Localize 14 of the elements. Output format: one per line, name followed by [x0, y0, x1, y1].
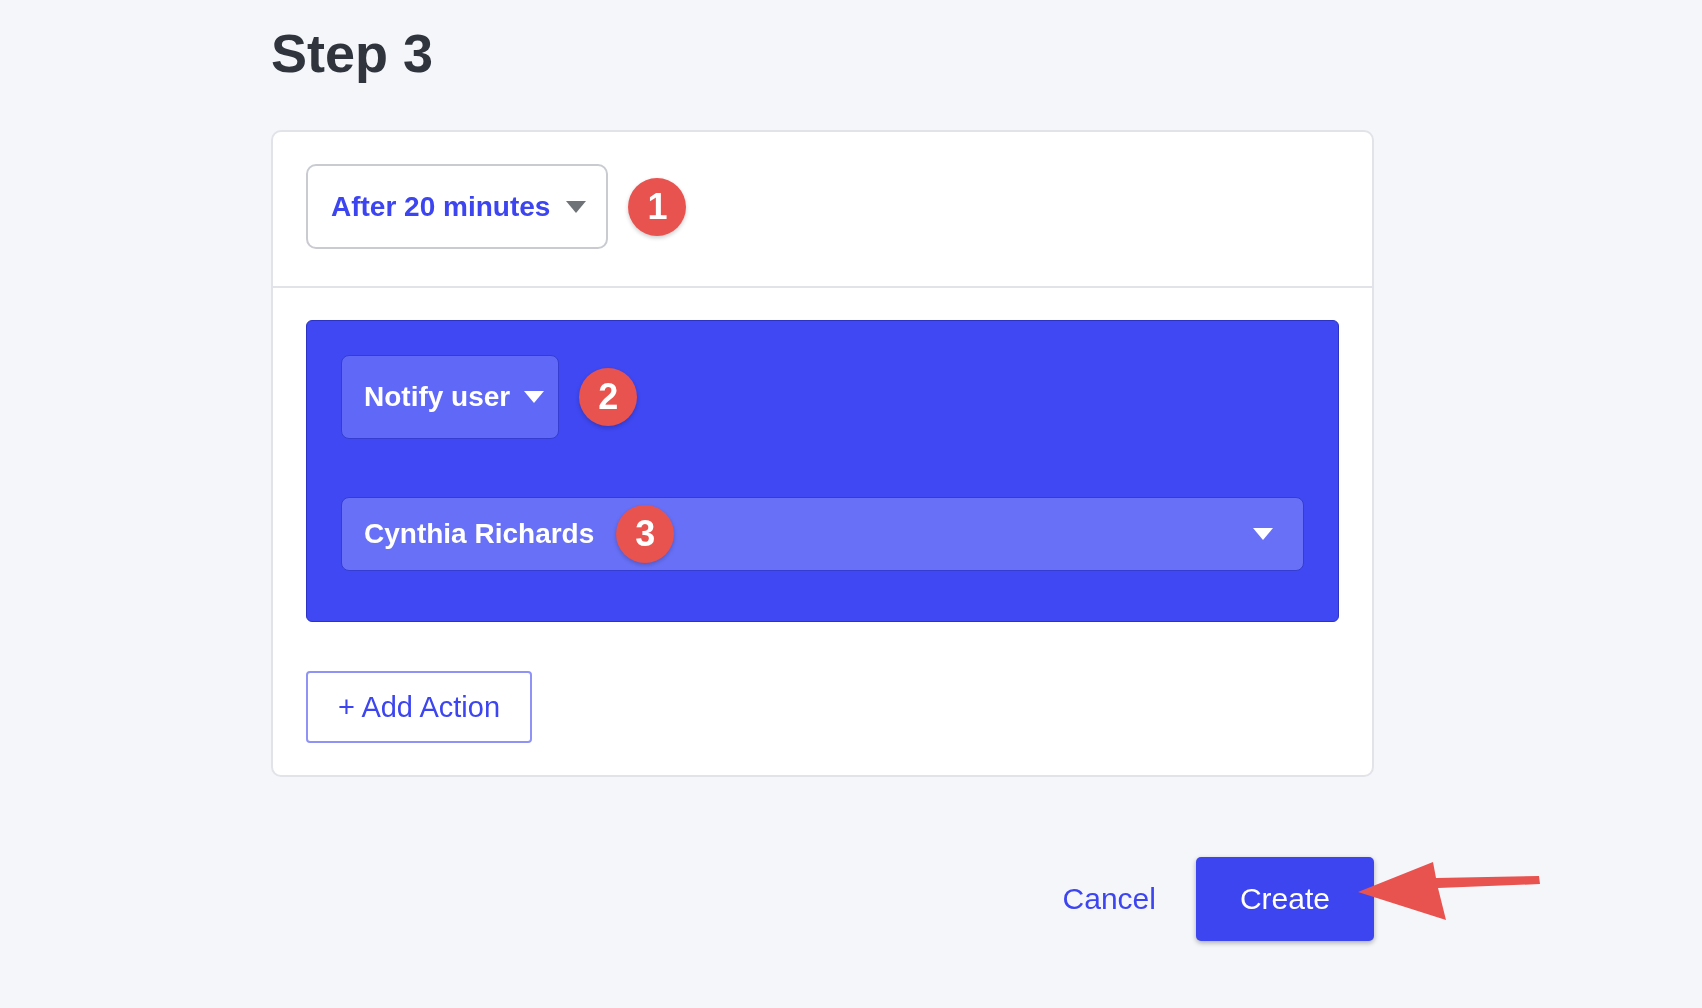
add-action-button[interactable]: + Add Action [306, 671, 533, 743]
number-marker: 2 [579, 368, 638, 426]
step-heading: Step 3 [271, 22, 435, 85]
caret-icon [1253, 528, 1273, 540]
caret-icon [524, 391, 545, 403]
create-button[interactable]: Create [1195, 857, 1374, 941]
recipient-dropdown[interactable]: Cynthia Richards 3 [341, 497, 1304, 571]
cancel-link[interactable]: Cancel [1062, 882, 1156, 916]
recipient-value: Cynthia Richards [364, 518, 595, 550]
number-marker: 1 [628, 177, 687, 236]
action-type-dropdown[interactable]: Notify user [341, 355, 560, 439]
delay-dropdown[interactable]: After 20 minutes [306, 164, 609, 249]
number-marker: 3 [616, 505, 675, 563]
caret-icon [566, 200, 587, 213]
